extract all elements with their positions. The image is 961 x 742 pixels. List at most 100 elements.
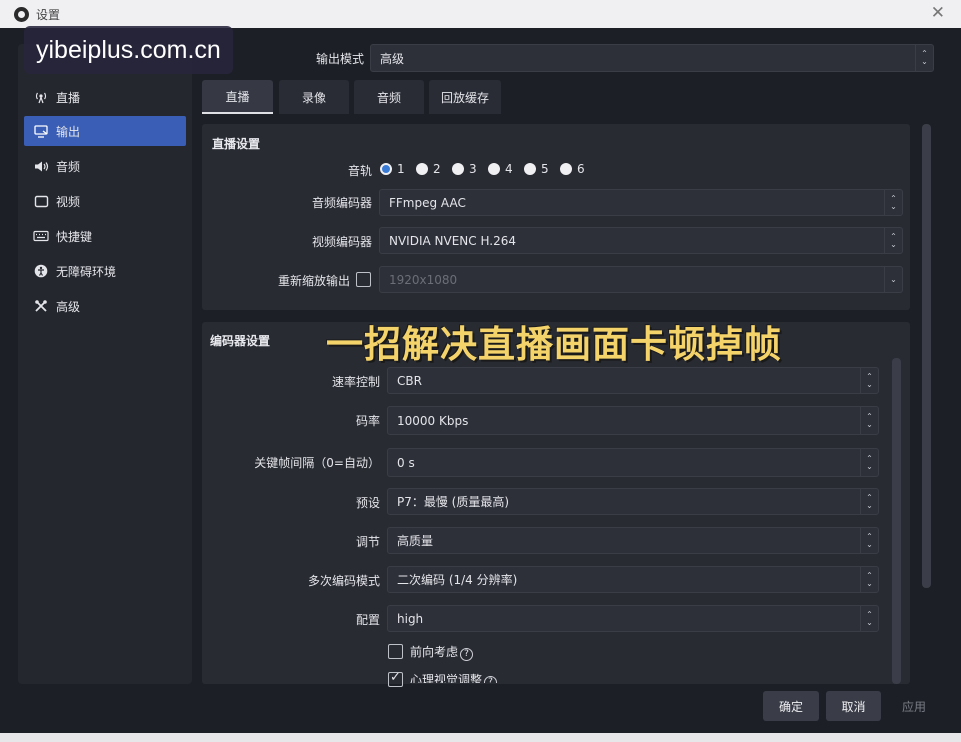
track-radio-5[interactable]: 5 [524,162,549,176]
track-radio-3[interactable]: 3 [452,162,477,176]
encoder-scrollbar[interactable] [892,358,901,684]
video-encoder-value: NVIDIA NVENC H.264 [389,233,516,248]
stream-settings-title: 直播设置 [212,137,261,151]
spin-arrows-icon: ⌃ ⌄ [860,567,878,592]
psycho-visual-checkbox[interactable] [388,670,403,687]
rescale-output-label: 重新缩放输出 [277,274,350,288]
track-radio-4[interactable]: 4 [488,162,513,176]
spin-arrows-icon: ⌃ ⌄ [860,368,878,393]
close-icon[interactable]: ✕ [931,3,945,23]
track-label: 6 [577,162,585,176]
help-icon[interactable]: ? [460,648,474,661]
profile-select[interactable]: high ⌃ ⌄ [387,605,879,632]
chevron-down-icon: ⌄ [884,267,902,292]
track-label: 1 [397,162,405,176]
audio-encoder-select[interactable]: FFmpeg AAC ⌃ ⌄ [379,189,903,216]
radio-dot [488,163,500,175]
output-mode-select[interactable]: 高级 ⌃ ⌄ [370,44,934,72]
spin-arrows-icon: ⌃ ⌄ [884,228,902,253]
track-radio-2[interactable]: 2 [416,162,441,176]
tab-label: 音频 [376,90,401,105]
audio-encoder-label: 音频编码器 [311,196,372,210]
keyframe-interval-label: 关键帧间隔（0=自动） [254,456,380,470]
watermark: yibeiplus.com.cn [24,26,233,74]
audio-track-radio-group: 1 2 3 4 5 6 [380,162,600,178]
sidebar-item-label: 音频 [56,159,81,174]
lookahead-label-text: 前向考虑 [410,645,459,659]
psycho-visual-label-clip: 心理视觉调整? [405,670,525,683]
tuning-label: 调节 [355,535,380,549]
cancel-button[interactable]: 取消 [826,691,881,721]
sidebar-item-label: 快捷键 [56,229,93,244]
keyframe-interval-input[interactable]: 0 s ⌃ ⌄ [387,448,879,477]
audio-encoder-value: FFmpeg AAC [389,195,466,210]
tools-icon [32,299,50,313]
ok-button[interactable]: 确定 [763,691,819,721]
spin-arrows-icon: ⌃ ⌄ [860,606,878,631]
tab-stream[interactable]: 直播 [202,80,273,114]
tab-label: 直播 [225,89,250,104]
track-radio-1[interactable]: 1 [380,162,405,176]
sidebar-item-hotkeys[interactable]: 快捷键 [24,221,186,251]
settings-window: 设置 ✕ yibeiplus.com.cn 直播 输出 音频 视频 快捷键 无障… [0,0,961,742]
tab-recording[interactable]: 录像 [279,80,349,114]
video-encoder-select[interactable]: NVIDIA NVENC H.264 ⌃ ⌄ [379,227,903,254]
tuning-select[interactable]: 高质量 ⌃ ⌄ [387,527,879,554]
antenna-icon [32,90,50,104]
rescale-output-checkbox[interactable] [356,272,371,287]
track-label: 2 [433,162,441,176]
lookahead-label: 前向考虑? [410,643,474,661]
spin-arrows-icon: ⌃ ⌄ [860,489,878,514]
sidebar-item-label: 直播 [56,90,81,105]
sidebar-item-video[interactable]: 视频 [24,186,186,216]
tuning-value: 高质量 [397,534,434,548]
sidebar: 直播 输出 音频 视频 快捷键 无障碍环境 高级 [18,44,192,684]
tab-label: 录像 [301,90,326,105]
preset-value: P7：最慢 (质量最高) [397,495,510,509]
sidebar-item-accessibility[interactable]: 无障碍环境 [24,256,186,286]
bitrate-input[interactable]: 10000 Kbps ⌃ ⌄ [387,406,879,435]
sidebar-item-stream[interactable]: 直播 [24,82,186,112]
radio-dot [380,163,392,175]
radio-dot [560,163,572,175]
tab-audio[interactable]: 音频 [354,80,424,114]
output-mode-value: 高级 [380,51,405,66]
track-radio-6[interactable]: 6 [560,162,585,176]
keyboard-icon [32,229,50,243]
obs-logo-icon [14,7,29,22]
stepper-arrows-icon[interactable]: ⌃ ⌄ [860,449,878,476]
sidebar-item-label: 视频 [56,194,81,209]
accessibility-icon [32,264,50,278]
speaker-icon [32,159,50,173]
rate-control-select[interactable]: CBR ⌃ ⌄ [387,367,879,394]
track-label: 3 [469,162,477,176]
tab-replay-buffer[interactable]: 回放缓存 [429,80,501,114]
help-icon[interactable]: ? [484,676,498,683]
monitor-output-icon [32,124,50,138]
bitrate-value: 10000 Kbps [397,413,469,428]
video-caption-overlay: 一招解决直播画面卡顿掉帧 [326,323,782,366]
apply-button[interactable]: 应用 [888,691,940,721]
spin-arrows-icon: ⌃ ⌄ [884,190,902,215]
stepper-arrows-icon[interactable]: ⌃ ⌄ [860,407,878,434]
preset-select[interactable]: P7：最慢 (质量最高) ⌃ ⌄ [387,488,879,515]
video-encoder-label: 视频编码器 [311,235,372,249]
display-icon [32,194,50,208]
lookahead-checkbox[interactable] [388,644,403,659]
output-mode-label: 输出模式 [315,52,364,66]
sidebar-item-advanced[interactable]: 高级 [24,291,186,321]
radio-dot [416,163,428,175]
psycho-visual-label: 心理视觉调整? [410,671,498,683]
sidebar-item-label: 高级 [56,299,81,314]
track-label: 4 [505,162,513,176]
sidebar-item-label: 输出 [56,124,81,139]
multipass-select[interactable]: 二次编码 (1/4 分辨率) ⌃ ⌄ [387,566,879,593]
sidebar-item-output[interactable]: 输出 [24,116,186,146]
multipass-label: 多次编码模式 [307,574,380,588]
keyframe-interval-value: 0 s [397,455,415,470]
rate-control-value: CBR [397,373,422,388]
main-scrollbar[interactable] [922,124,931,588]
window-title: 设置 [36,8,61,22]
sidebar-item-audio[interactable]: 音频 [24,151,186,181]
tab-label: 回放缓存 [440,90,489,105]
